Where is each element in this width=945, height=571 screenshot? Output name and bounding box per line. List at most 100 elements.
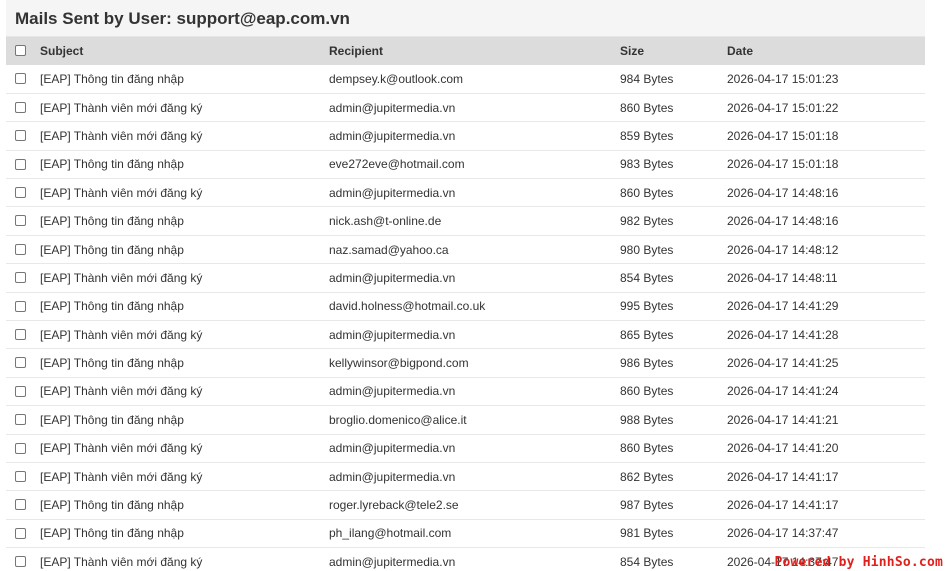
table-row[interactable]: [EAP] Thông tin đăng nhập david.holness@h… — [6, 292, 925, 321]
row-select-cell — [6, 207, 34, 235]
row-select-checkbox[interactable] — [14, 243, 26, 255]
row-select-cell — [6, 491, 34, 519]
subject-cell: [EAP] Thông tin đăng nhập — [40, 356, 184, 371]
subject-cell: [EAP] Thông tin đăng nhập — [40, 299, 184, 314]
date-cell: 2026-04-17 14:41:24 — [727, 384, 839, 399]
row-select-checkbox[interactable] — [14, 357, 26, 369]
date-cell: 2026-04-17 14:41:17 — [727, 498, 839, 513]
date-cell: 2026-04-17 14:41:21 — [727, 412, 839, 427]
mail-log-page: Mails Sent by User: support@eap.com.vn S… — [0, 0, 945, 571]
recipient-cell: eve272eve@hotmail.com — [329, 157, 465, 172]
table-row[interactable]: [EAP] Thành viên mới đăng ký admin@jupite… — [6, 377, 925, 406]
row-select-checkbox[interactable] — [14, 329, 26, 341]
row-select-cell — [6, 548, 34, 571]
recipient-cell: kellywinsor@bigpond.com — [329, 356, 469, 371]
date-cell: 2026-04-17 14:37:47 — [727, 526, 839, 541]
subject-cell: [EAP] Thông tin đăng nhập — [40, 71, 184, 86]
size-cell: 854 Bytes — [620, 554, 674, 569]
row-select-checkbox[interactable] — [14, 158, 26, 170]
row-select-checkbox[interactable] — [14, 215, 26, 227]
column-header-date[interactable]: Date — [721, 37, 925, 65]
column-header-recipient[interactable]: Recipient — [323, 37, 614, 65]
subject-cell: [EAP] Thành viên mới đăng ký — [40, 554, 203, 569]
recipient-cell: admin@jupitermedia.vn — [329, 384, 456, 399]
row-select-checkbox[interactable] — [14, 470, 26, 482]
recipient-cell: admin@jupitermedia.vn — [329, 327, 456, 342]
table-body: [EAP] Thông tin đăng nhập dempsey.k@outlo… — [6, 65, 925, 571]
row-select-cell — [6, 93, 34, 121]
table-row[interactable]: [EAP] Thành viên mới đăng ký admin@jupite… — [6, 122, 925, 151]
date-cell: 2026-04-17 14:41:25 — [727, 356, 839, 371]
size-cell: 854 Bytes — [620, 270, 674, 285]
size-cell: 984 Bytes — [620, 71, 674, 86]
page-title: Mails Sent by User: support@eap.com.vn — [15, 8, 350, 28]
table-row[interactable]: [EAP] Thông tin đăng nhập dempsey.k@outlo… — [6, 65, 925, 94]
row-select-cell — [6, 406, 34, 434]
row-select-cell — [6, 264, 34, 292]
panel-header: Mails Sent by User: support@eap.com.vn — [6, 0, 925, 37]
row-select-checkbox[interactable] — [14, 300, 26, 312]
table-row[interactable]: [EAP] Thành viên mới đăng ký admin@jupite… — [6, 434, 925, 463]
row-select-cell — [6, 292, 34, 320]
row-select-checkbox[interactable] — [14, 442, 26, 454]
recipient-cell: roger.lyreback@tele2.se — [329, 498, 459, 513]
row-select-checkbox[interactable] — [14, 527, 26, 539]
table-row[interactable]: [EAP] Thông tin đăng nhập naz.samad@yahoo… — [6, 235, 925, 264]
row-select-checkbox[interactable] — [14, 187, 26, 199]
table-row[interactable]: [EAP] Thông tin đăng nhập ph_ilang@hotmai… — [6, 519, 925, 548]
size-cell: 860 Bytes — [620, 185, 674, 200]
recipient-cell: naz.samad@yahoo.ca — [329, 242, 449, 257]
table-row[interactable]: [EAP] Thông tin đăng nhập kellywinsor@big… — [6, 349, 925, 378]
recipient-cell: admin@jupitermedia.vn — [329, 185, 456, 200]
subject-cell: [EAP] Thông tin đăng nhập — [40, 412, 184, 427]
subject-cell: [EAP] Thành viên mới đăng ký — [40, 384, 203, 399]
size-cell: 980 Bytes — [620, 242, 674, 257]
row-select-cell — [6, 519, 34, 547]
subject-cell: [EAP] Thành viên mới đăng ký — [40, 128, 203, 143]
size-cell: 982 Bytes — [620, 214, 674, 229]
table-row[interactable]: [EAP] Thành viên mới đăng ký admin@jupite… — [6, 179, 925, 207]
table-row[interactable]: [EAP] Thành viên mới đăng ký admin@jupite… — [6, 321, 925, 349]
date-cell: 2026-04-17 14:41:29 — [727, 299, 839, 314]
subject-cell: [EAP] Thông tin đăng nhập — [40, 214, 184, 229]
recipient-cell: ph_ilang@hotmail.com — [329, 526, 452, 541]
date-cell: 2026-04-17 14:48:16 — [727, 214, 839, 229]
table-row[interactable]: [EAP] Thành viên mới đăng ký admin@jupite… — [6, 93, 925, 122]
select-all-checkbox[interactable] — [14, 45, 26, 57]
size-cell: 995 Bytes — [620, 299, 674, 314]
subject-cell: [EAP] Thành viên mới đăng ký — [40, 469, 203, 484]
recipient-cell: admin@jupitermedia.vn — [329, 100, 456, 115]
row-select-checkbox[interactable] — [14, 499, 26, 511]
size-cell: 860 Bytes — [620, 441, 674, 456]
row-select-cell — [6, 434, 34, 462]
table-row[interactable]: [EAP] Thông tin đăng nhập broglio.domenic… — [6, 406, 925, 435]
mails-sent-panel: Mails Sent by User: support@eap.com.vn S… — [6, 0, 925, 571]
row-select-checkbox[interactable] — [14, 130, 26, 142]
date-cell: 2026-04-17 14:41:28 — [727, 327, 839, 342]
table-row[interactable]: [EAP] Thành viên mới đăng ký admin@jupite… — [6, 462, 925, 491]
row-select-cell — [6, 377, 34, 405]
subject-cell: [EAP] Thành viên mới đăng ký — [40, 100, 203, 115]
recipient-cell: broglio.domenico@alice.it — [329, 412, 467, 427]
table-row[interactable]: [EAP] Thông tin đăng nhập roger.lyreback@… — [6, 491, 925, 520]
table-row[interactable]: [EAP] Thông tin đăng nhập eve272eve@hotma… — [6, 150, 925, 179]
size-cell: 862 Bytes — [620, 469, 674, 484]
size-cell: 983 Bytes — [620, 157, 674, 172]
row-select-checkbox[interactable] — [14, 101, 26, 113]
row-select-checkbox[interactable] — [14, 556, 26, 568]
size-cell: 860 Bytes — [620, 384, 674, 399]
subject-cell: [EAP] Thành viên mới đăng ký — [40, 327, 203, 342]
row-select-checkbox[interactable] — [14, 385, 26, 397]
row-select-checkbox[interactable] — [14, 73, 26, 85]
column-header-subject[interactable]: Subject — [34, 37, 323, 65]
row-select-checkbox[interactable] — [14, 414, 26, 426]
size-cell: 986 Bytes — [620, 356, 674, 371]
table-row[interactable]: [EAP] Thành viên mới đăng ký admin@jupite… — [6, 264, 925, 293]
row-select-checkbox[interactable] — [14, 272, 26, 284]
column-header-size[interactable]: Size — [614, 37, 721, 65]
recipient-cell: admin@jupitermedia.vn — [329, 270, 456, 285]
table-row[interactable]: [EAP] Thông tin đăng nhập nick.ash@t-onli… — [6, 207, 925, 236]
recipient-cell: admin@jupitermedia.vn — [329, 469, 456, 484]
date-cell: 2026-04-17 14:48:12 — [727, 242, 839, 257]
table-header-row: Subject Recipient Size Date — [6, 37, 925, 65]
